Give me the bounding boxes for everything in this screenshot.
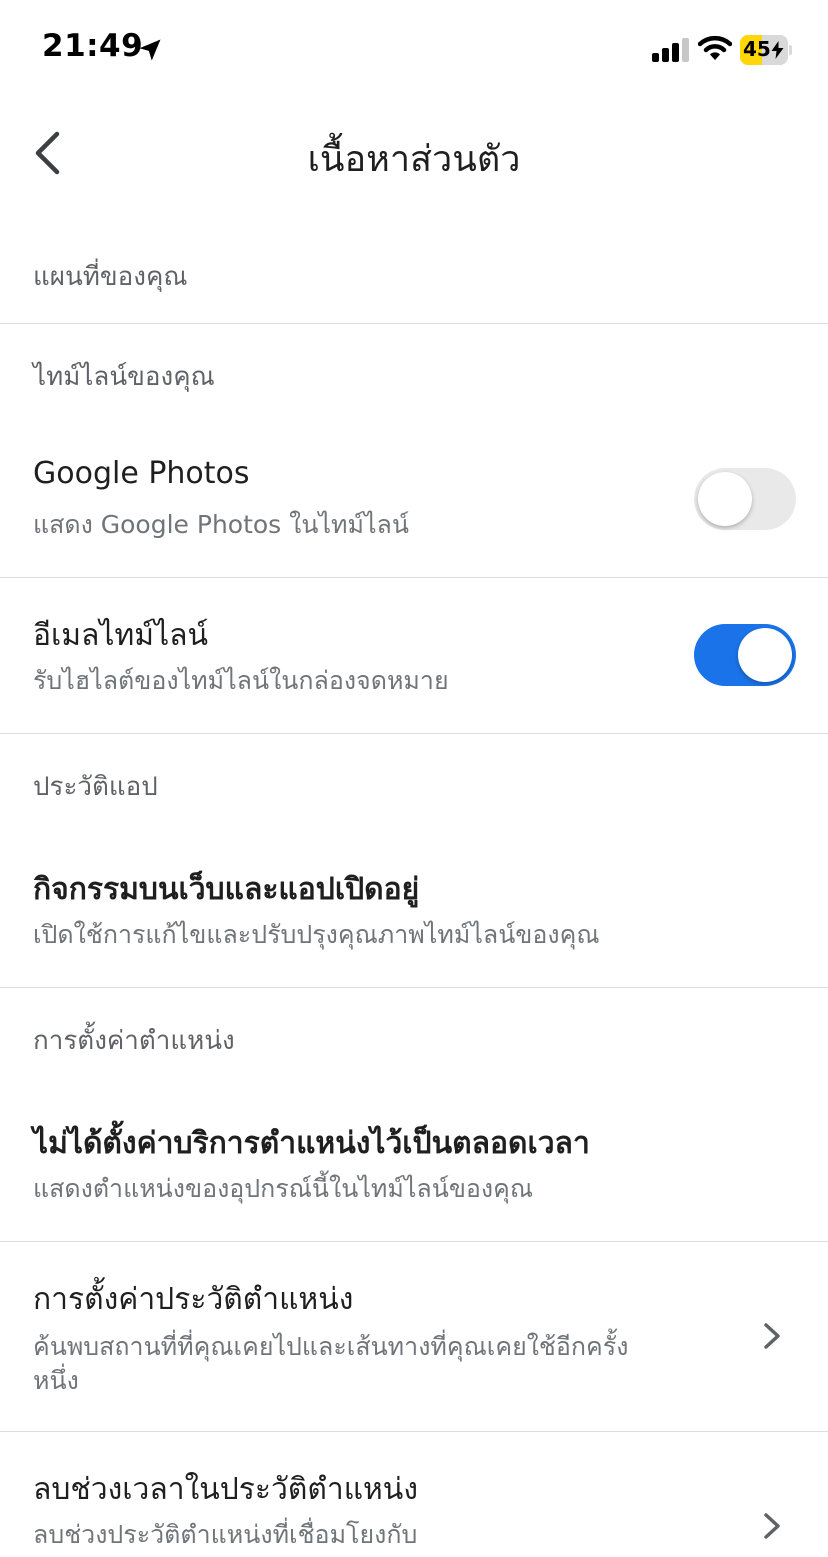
divider [0, 987, 828, 988]
section-your-timeline: ไทม์ไลน์ของคุณ [33, 362, 215, 392]
battery-icon: 45 [740, 35, 792, 65]
divider [0, 577, 828, 578]
chevron-right-icon [764, 1323, 780, 1349]
divider [0, 323, 828, 324]
status-time: 21:49 [42, 28, 144, 64]
section-location-settings: การตั้งค่าตำแหน่ง [33, 1026, 235, 1056]
location-history-settings-title: การตั้งค่าประวัติตำแหน่ง [33, 1282, 354, 1317]
google-photos-subtitle: แสดง Google Photos ในไทม์ไลน์ [33, 510, 409, 539]
timeline-email-subtitle: รับไฮไลต์ของไทม์ไลน์ในกล่องจดหมาย [33, 666, 449, 695]
section-app-history: ประวัติแอป [33, 772, 158, 802]
wifi-icon [698, 35, 732, 60]
web-app-activity-subtitle: เปิดใช้การแก้ไขและปรับปรุงคุณภาพไทม์ไลน์… [33, 920, 600, 949]
location-history-settings-subtitle: ค้นพบสถานที่ที่คุณเคยไปและเส้นทางที่คุณเ… [33, 1332, 629, 1395]
delete-location-history-subtitle: ลบช่วงประวัติตำแหน่งที่เชื่อมโยงกับ [33, 1520, 418, 1549]
google-photos-title: Google Photos [33, 456, 250, 491]
divider [0, 733, 828, 734]
status-bar: 21:49 45 [0, 0, 828, 100]
web-app-activity-title: กิจกรรมบนเว็บและแอปเปิดอยู่ [33, 872, 420, 907]
battery-level: 45 [743, 37, 771, 61]
signal-icon [652, 38, 689, 62]
location-services-title: ไม่ได้ตั้งค่าบริการตำแหน่งไว้เป็นตลอดเวล… [33, 1126, 590, 1161]
location-arrow-icon [139, 39, 161, 61]
chevron-right-icon [764, 1513, 780, 1539]
header: เนื้อหาส่วนตัว [0, 100, 828, 210]
charging-bolt-icon [771, 41, 784, 59]
divider [0, 1431, 828, 1432]
google-photos-toggle[interactable] [694, 468, 796, 530]
divider [0, 1241, 828, 1242]
section-your-map[interactable]: แผนที่ของคุณ [33, 256, 188, 297]
delete-location-history-title: ลบช่วงเวลาในประวัติตำแหน่ง [33, 1472, 418, 1507]
timeline-email-toggle[interactable] [694, 624, 796, 686]
timeline-email-title: อีเมลไทม์ไลน์ [33, 618, 209, 653]
location-services-subtitle: แสดงตำแหน่งของอุปกรณ์นี้ในไทม์ไลน์ของคุณ [33, 1174, 534, 1203]
page-title: เนื้อหาส่วนตัว [307, 139, 521, 180]
